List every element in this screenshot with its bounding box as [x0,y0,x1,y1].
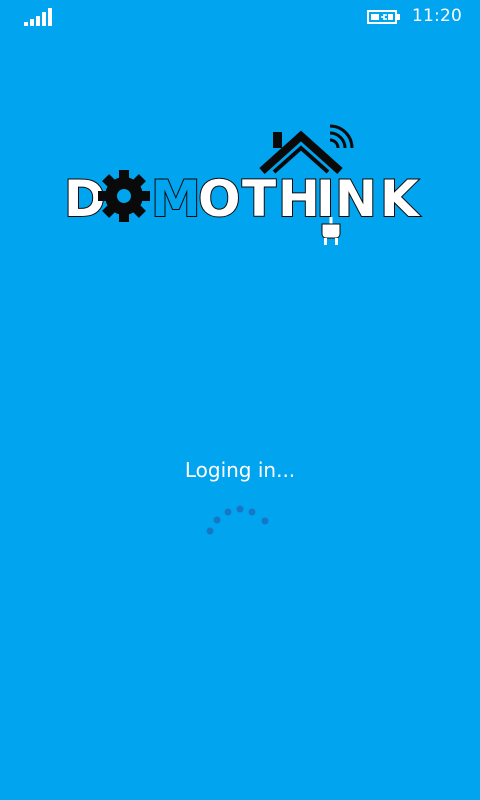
svg-text:O: O [198,170,241,228]
svg-text:N: N [335,170,377,228]
svg-text:H: H [278,170,320,228]
status-time: 11:20 [412,6,462,26]
signal-strength-icon [24,8,52,26]
battery-charging-icon [367,10,400,24]
gear-icon [98,170,150,222]
progress-dots-icon [206,505,269,535]
splash-screen: 11:20 D M O T H I N K Loging in... [0,0,480,800]
domothink-logo: D M O T H I N K [63,124,422,245]
svg-text:K: K [380,170,421,228]
wifi-icon [329,124,354,149]
loading-message: Loging in... [184,458,296,482]
svg-text:T: T [242,170,276,228]
status-bar: 11:20 [0,0,480,34]
svg-text:M: M [151,170,201,228]
house-icon [259,130,343,174]
